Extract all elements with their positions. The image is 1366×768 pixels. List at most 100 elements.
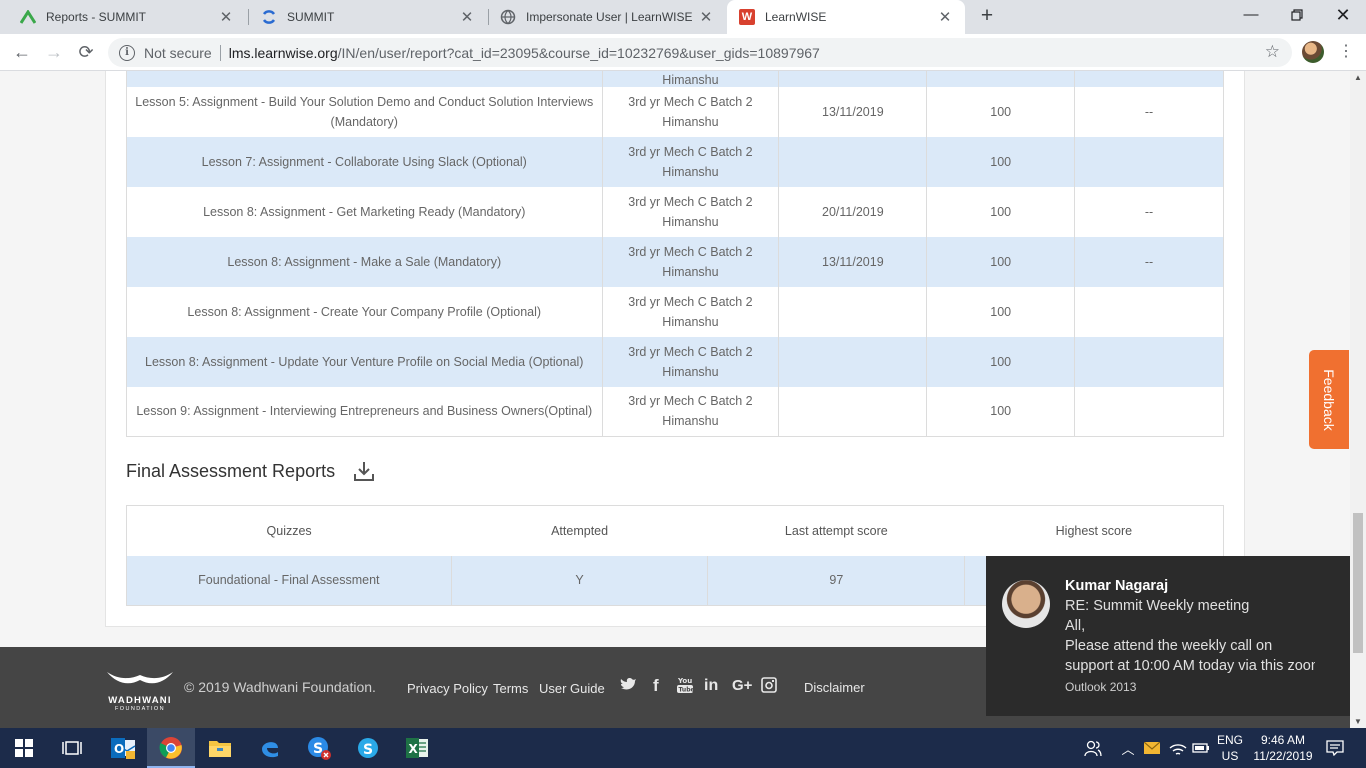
outlook-notification[interactable]: Kumar Nagaraj RE: Summit Weekly meeting … — [986, 556, 1350, 716]
tab-summit[interactable]: SUMMIT ✕ — [249, 0, 487, 34]
score-cell: 100 — [926, 136, 1076, 187]
user-guide-link[interactable]: User Guide — [539, 681, 605, 696]
windows-start-icon[interactable] — [0, 728, 48, 768]
scroll-thumb[interactable] — [1353, 513, 1363, 653]
feedback-tab[interactable]: Feedback — [1309, 350, 1349, 449]
wadhwani-logo[interactable]: WADHWANI FOUNDATION — [104, 670, 176, 712]
close-icon[interactable]: ✕ — [698, 8, 714, 26]
url-path: /IN/en/user/report?cat_id=23095&course_i… — [337, 44, 820, 61]
email-preview-line: All, — [1065, 618, 1086, 634]
people-icon[interactable] — [1082, 728, 1104, 768]
clock-time: 9:46 AM — [1260, 733, 1306, 747]
youtube-icon[interactable]: You Tube — [677, 676, 695, 698]
clock[interactable]: 9:46 AM 11/22/2019 — [1248, 728, 1318, 768]
table-cell — [1074, 71, 1224, 87]
date-cell — [778, 136, 928, 187]
logo-name: WADHWANI — [108, 695, 172, 706]
window-close-icon[interactable]: ✕ — [1320, 0, 1366, 30]
restore-icon[interactable] — [1274, 0, 1320, 30]
table-row: Lesson 8: Assignment - Get Marketing Rea… — [126, 186, 1224, 237]
scroll-up-icon[interactable]: ▲ — [1350, 73, 1366, 82]
close-icon[interactable]: ✕ — [937, 8, 953, 26]
language-indicator[interactable]: ENG US — [1214, 728, 1246, 768]
svg-text:You: You — [677, 677, 692, 685]
summit-swirl-icon — [261, 9, 277, 25]
info-icon[interactable]: i — [119, 44, 135, 61]
language-code: ENG — [1216, 733, 1243, 747]
new-tab-button[interactable]: + — [976, 5, 998, 27]
twitter-icon[interactable] — [620, 677, 637, 696]
battery-icon[interactable] — [1191, 728, 1211, 768]
privacy-policy-link[interactable]: Privacy Policy — [407, 681, 488, 696]
email-preview-line: support at 10:00 AM today via this zoom — [1065, 658, 1315, 674]
tab-title: Impersonate User | LearnWISE — [526, 10, 693, 24]
tab-impersonate-user[interactable]: Impersonate User | LearnWISE ✕ — [488, 0, 726, 34]
chrome-icon[interactable] — [147, 728, 195, 768]
feedback-label: Feedback — [1321, 368, 1337, 431]
tab-title: SUMMIT — [287, 10, 335, 24]
table-row: Lesson 8: Assignment - Update Your Ventu… — [126, 336, 1224, 387]
score-cell: 100 — [926, 236, 1076, 287]
svg-text:O: O — [114, 742, 124, 756]
section-title: Final Assessment Reports — [126, 460, 336, 481]
logo-sub: FOUNDATION — [115, 706, 165, 712]
tab-reports-summit[interactable]: Reports - SUMMIT ✕ — [8, 0, 246, 34]
date-cell — [778, 336, 928, 387]
show-hidden-icons-chevron[interactable]: ︿ — [1118, 728, 1138, 768]
close-icon[interactable]: ✕ — [459, 8, 475, 26]
sender-avatar — [1002, 580, 1050, 628]
outlook-icon[interactable]: O — [99, 728, 147, 768]
svg-text:S: S — [363, 742, 373, 758]
table-header-row: Quizzes Attempted Last attempt score Hig… — [127, 506, 1224, 556]
sender-name: Kumar Nagaraj — [1065, 578, 1169, 594]
table-row: Lesson 8: Assignment - Create Your Compa… — [126, 286, 1224, 337]
score-cell: 100 — [926, 286, 1076, 337]
skype-icon[interactable]: S — [344, 728, 392, 768]
email-preview-line: Please attend the weekly call on — [1065, 638, 1273, 654]
table-row: Lesson 5: Assignment - Build Your Soluti… — [126, 86, 1224, 137]
close-icon[interactable]: ✕ — [218, 8, 234, 26]
task-view-icon[interactable] — [48, 728, 96, 768]
facebook-icon[interactable]: f — [653, 676, 659, 696]
download-icon[interactable] — [353, 460, 375, 482]
excel-icon[interactable]: X — [393, 728, 441, 768]
extra-cell: -- — [1144, 204, 1154, 219]
terms-link[interactable]: Terms — [493, 681, 528, 696]
learnwise-w-icon: W — [739, 9, 755, 25]
batch-cell: 3rd yr Mech C Batch 2 Himanshu — [602, 186, 780, 237]
disclaimer-link[interactable]: Disclaimer — [804, 680, 865, 695]
batch-cell: 3rd yr Mech C Batch 2 Himanshu — [602, 336, 780, 387]
bookmark-star-icon[interactable]: ☆ — [1265, 42, 1280, 62]
more-menu-icon[interactable]: ⋮ — [1336, 40, 1356, 64]
skype-business-icon[interactable]: S — [295, 728, 343, 768]
back-arrow-icon[interactable]: ← — [10, 40, 34, 64]
edge-icon[interactable] — [246, 728, 294, 768]
batch-cell: 3rd yr Mech C Batch 2 Himanshu — [602, 286, 780, 337]
divider — [219, 44, 221, 61]
table-cell — [778, 71, 928, 87]
action-center-icon[interactable] — [1320, 728, 1350, 768]
lesson-cell: Lesson 7: Assignment - Collaborate Using… — [126, 136, 603, 187]
browser-toolbar: ← → ⟳ i Not secure lms.learnwise.org/IN/… — [0, 34, 1366, 71]
email-subject: RE: Summit Weekly meeting — [1065, 598, 1250, 614]
page-scrollbar[interactable]: ▲ ▼ — [1350, 71, 1366, 728]
address-bar[interactable]: i Not secure lms.learnwise.org/IN/en/use… — [108, 38, 1292, 67]
extra-cell: -- — [1144, 104, 1154, 119]
file-explorer-icon[interactable] — [196, 728, 244, 768]
forward-arrow-icon[interactable]: → — [42, 40, 66, 64]
wifi-icon[interactable] — [1166, 728, 1190, 768]
tab-learnwise[interactable]: W LearnWISE ✕ — [727, 0, 965, 34]
scroll-down-icon[interactable]: ▼ — [1350, 717, 1366, 726]
quiz-cell: Foundational - Final Assessment — [126, 555, 452, 606]
extra-cell — [1075, 387, 1224, 437]
profile-avatar[interactable] — [1302, 41, 1324, 63]
instagram-icon[interactable] — [761, 677, 777, 697]
minimize-icon[interactable]: — — [1228, 0, 1274, 30]
linkedin-icon[interactable]: in — [704, 677, 718, 695]
reload-icon[interactable]: ⟳ — [74, 40, 98, 64]
last-score-cell: 97 — [707, 555, 966, 606]
google-plus-icon[interactable]: G+ — [732, 677, 752, 694]
mail-tray-icon[interactable] — [1142, 728, 1162, 768]
copyright: © 2019 Wadhwani Foundation. — [184, 679, 376, 695]
not-secure-label: Not secure — [144, 44, 212, 61]
